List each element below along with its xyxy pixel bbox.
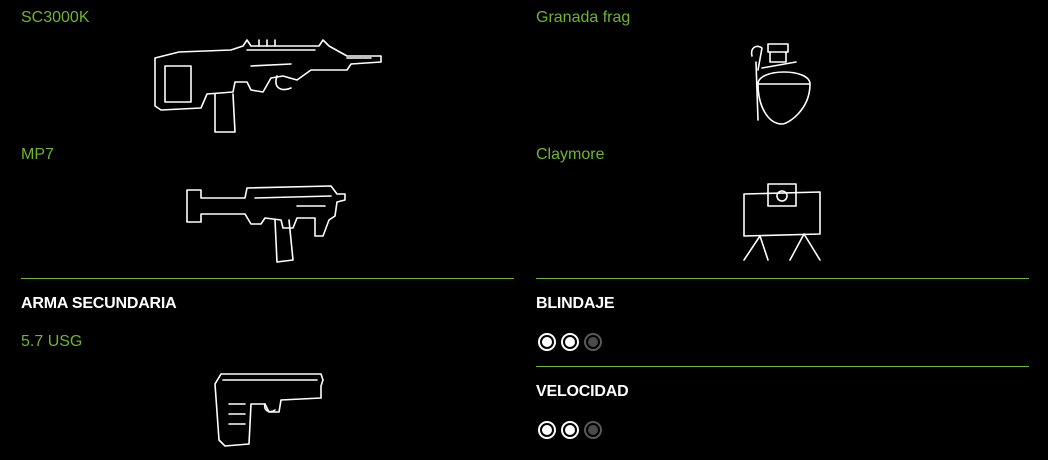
- secondary-weapon-heading: ARMA SECUNDARIA: [21, 295, 177, 312]
- armor-speed-divider: [536, 366, 1029, 367]
- armor-heading: BLINDAJE: [536, 295, 615, 312]
- primary-weapon-name-sc3000k: SC3000K: [21, 9, 90, 26]
- armor-rating-dot-empty: [584, 333, 602, 351]
- primary-secondary-divider: [21, 278, 514, 279]
- secondary-weapon-name-57usg: 5.7 USG: [21, 333, 83, 350]
- gadgets-stats-divider: [536, 278, 1029, 279]
- gadget-name-granada-frag: Granada frag: [536, 9, 631, 26]
- speed-rating-dot-filled: [561, 421, 579, 439]
- armor-rating: [538, 333, 602, 351]
- speed-rating-dot-empty: [584, 421, 602, 439]
- smg-icon: [185, 184, 355, 264]
- frag-grenade-icon: [748, 40, 818, 126]
- speed-rating: [538, 421, 602, 439]
- gadget-name-claymore: Claymore: [536, 146, 605, 163]
- pistol-icon: [211, 370, 325, 450]
- primary-weapon-name-mp7: MP7: [21, 146, 54, 163]
- claymore-icon: [740, 183, 824, 264]
- armor-rating-dot-filled: [561, 333, 579, 351]
- armor-rating-dot-filled: [538, 333, 556, 351]
- assault-rifle-icon: [151, 36, 391, 136]
- speed-heading: VELOCIDAD: [536, 383, 629, 400]
- speed-rating-dot-filled: [538, 421, 556, 439]
